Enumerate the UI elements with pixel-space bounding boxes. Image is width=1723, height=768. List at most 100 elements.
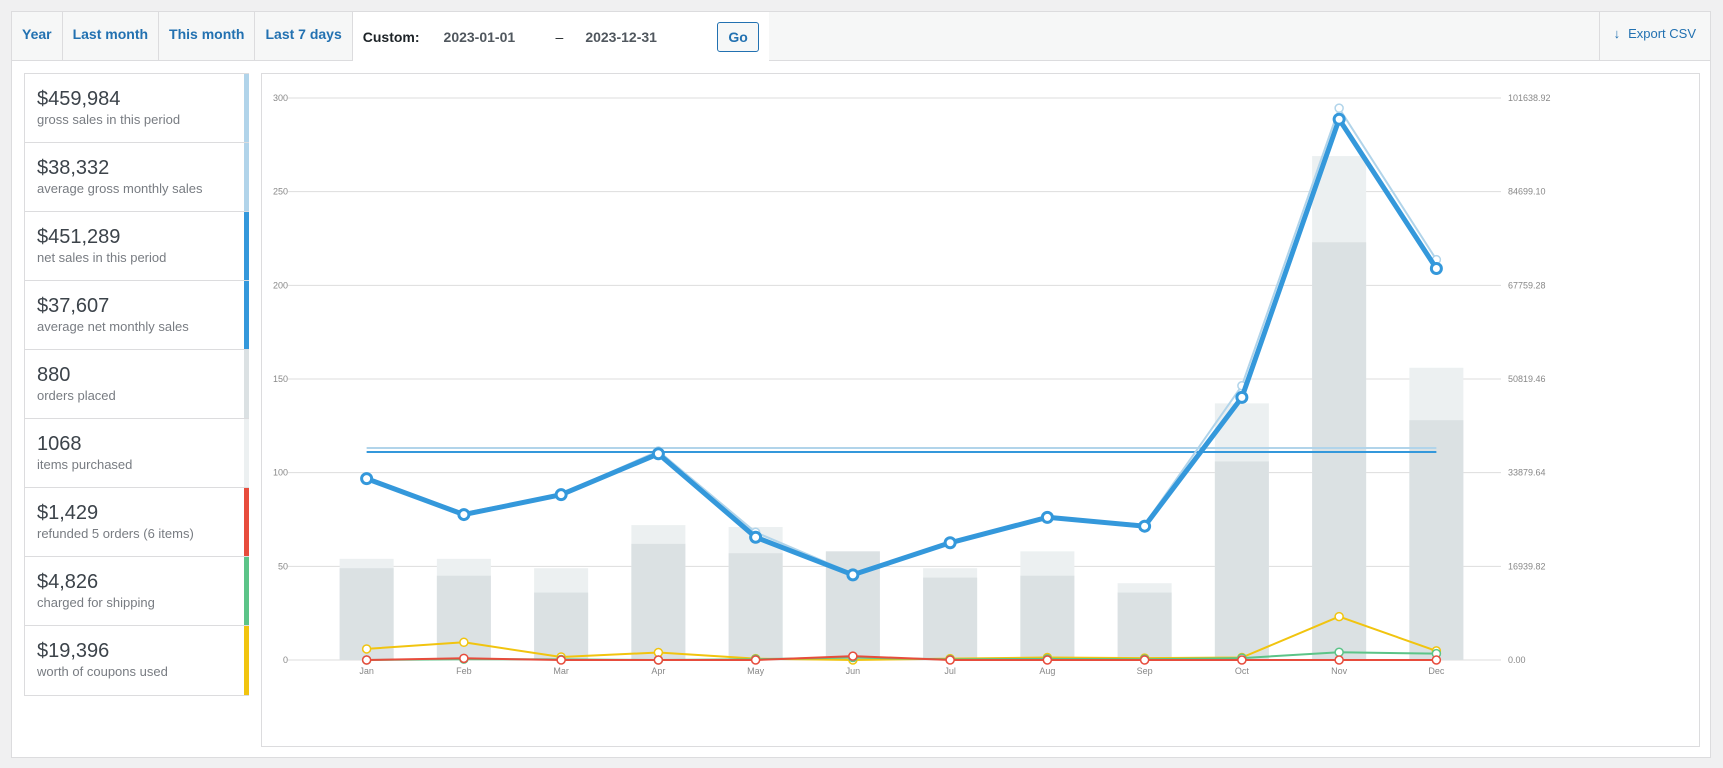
data-point [1431,655,1442,665]
legend-item-coupons[interactable]: $19,396 worth of coupons used [25,626,249,695]
legend-color-bar [244,74,249,142]
x-tick-label: Jul [944,666,956,676]
y-left-tick-label: 100 [273,468,288,478]
legend-color-bar [244,212,249,280]
y-left-tick-label: 200 [273,280,288,290]
export-csv-button[interactable]: ↓ Export CSV [1598,12,1710,60]
legend-item-net-sales[interactable]: $451,289 net sales in this period [25,212,249,281]
data-point [1334,647,1344,658]
data-point [1235,390,1249,404]
data-point [1429,262,1443,276]
start-date-field[interactable]: 2023-01-01 [444,29,544,45]
legend-label: gross sales in this period [37,112,181,127]
legend-label: worth of coupons used [37,664,168,679]
x-tick-label: Nov [1331,666,1348,676]
y-right-tick-label: 84699.10 [1508,187,1546,197]
go-button[interactable]: Go [717,21,759,52]
legend-label: net sales in this period [37,250,167,265]
data-point [653,655,664,665]
bar-mark [436,575,491,660]
data-point [943,536,957,550]
y-right-tick-label: 67759.28 [1508,280,1546,290]
legend-color-bar [244,557,249,625]
legend-label: orders placed [37,388,116,403]
data-point [1138,519,1152,533]
sales-chart: 0 50 100 150 200 250 300 0.00 16939.82 33879.64 50… [273,93,1551,676]
data-point [1237,655,1247,665]
tab-last-7-days[interactable]: Last 7 days [255,12,353,60]
data-point [361,644,372,654]
bar-mark [1117,592,1172,660]
bar-mark [631,543,686,660]
legend-color-bar [244,488,249,556]
x-tick-label: May [747,666,765,676]
x-tick-label: Jan [359,666,374,676]
chart-legend: $459,984 gross sales in this period $38,… [24,73,249,696]
y-right-tick-label: 0.00 [1508,655,1526,665]
legend-value: $451,289 [37,226,121,248]
legend-item-refunds[interactable]: $1,429 refunded 5 orders (6 items) [25,488,249,557]
export-csv-label: Export CSV [1628,26,1696,41]
y-left-tick-label: 50 [278,561,288,571]
custom-range: Custom: 2023-01-01 – 2023-12-31 Go [352,12,769,61]
data-point [1042,655,1053,665]
legend-label: refunded 5 orders (6 items) [37,526,194,541]
download-arrow-icon: ↓ [1613,26,1621,41]
tab-this-month[interactable]: This month [159,12,256,60]
data-point [554,488,568,502]
legend-item-items-purchased[interactable]: 1068 items purchased [25,419,249,488]
legend-value: $19,396 [37,640,110,662]
legend-label: charged for shipping [37,595,155,610]
data-point [1139,655,1150,665]
y-left-tick-label: 150 [273,374,288,384]
legend-value: $459,984 [37,88,121,110]
x-tick-label: Dec [1428,666,1445,676]
y-left-tick-label: 300 [273,93,288,103]
legend-color-bar [244,419,249,487]
x-tick-label: Feb [456,666,472,676]
legend-color-bar [244,350,249,418]
data-point [457,508,471,522]
x-tick-label: Mar [553,666,569,676]
legend-item-gross-sales[interactable]: $459,984 gross sales in this period [25,74,249,143]
legend-item-shipping[interactable]: $4,826 charged for shipping [25,557,249,626]
data-point [556,655,566,665]
series-line [366,615,1437,661]
legend-color-bar [244,281,249,349]
tab-year[interactable]: Year [12,12,63,60]
report-toolbar: Year Last month This month Last 7 days C… [12,12,1710,61]
legend-value: $38,332 [37,157,110,179]
bar-mark [923,577,978,660]
data-point [945,655,955,665]
legend-label: average gross monthly sales [37,181,203,196]
series-line [365,116,1439,578]
range-tabs: Year Last month This month Last 7 days C… [12,12,769,61]
legend-color-bar [244,626,249,695]
data-point [651,447,665,461]
data-point [360,472,374,486]
data-point [1334,611,1344,622]
data-point [749,530,763,544]
y-right-tick-label: 16939.82 [1508,561,1546,571]
tab-last-month[interactable]: Last month [63,12,160,60]
date-separator: – [555,28,564,45]
data-point [361,655,372,665]
end-date-field[interactable]: 2023-12-31 [585,29,685,45]
legend-value: $37,607 [37,295,110,317]
x-tick-label: Aug [1039,666,1055,676]
legend-label: items purchased [37,457,133,472]
x-tick-label: Sep [1137,666,1153,676]
data-point [1334,655,1344,665]
legend-value: $1,429 [37,502,99,524]
chart-area: 0 50 100 150 200 250 300 0.00 16939.82 33879.64 50… [261,73,1700,747]
legend-item-avg-gross-sales[interactable]: $38,332 average gross monthly sales [25,143,249,212]
y-right-tick-label: 50819.46 [1508,374,1546,384]
bar-mark [534,592,589,660]
legend-item-orders-placed[interactable]: 880 orders placed [25,350,249,419]
legend-item-avg-net-sales[interactable]: $37,607 average net monthly sales [25,281,249,350]
bar-mark [728,553,783,660]
legend-value: 880 [37,364,71,386]
data-point [848,651,858,661]
y-right-tick-label: 101638.92 [1508,93,1551,103]
x-tick-label: Jun [846,666,861,676]
